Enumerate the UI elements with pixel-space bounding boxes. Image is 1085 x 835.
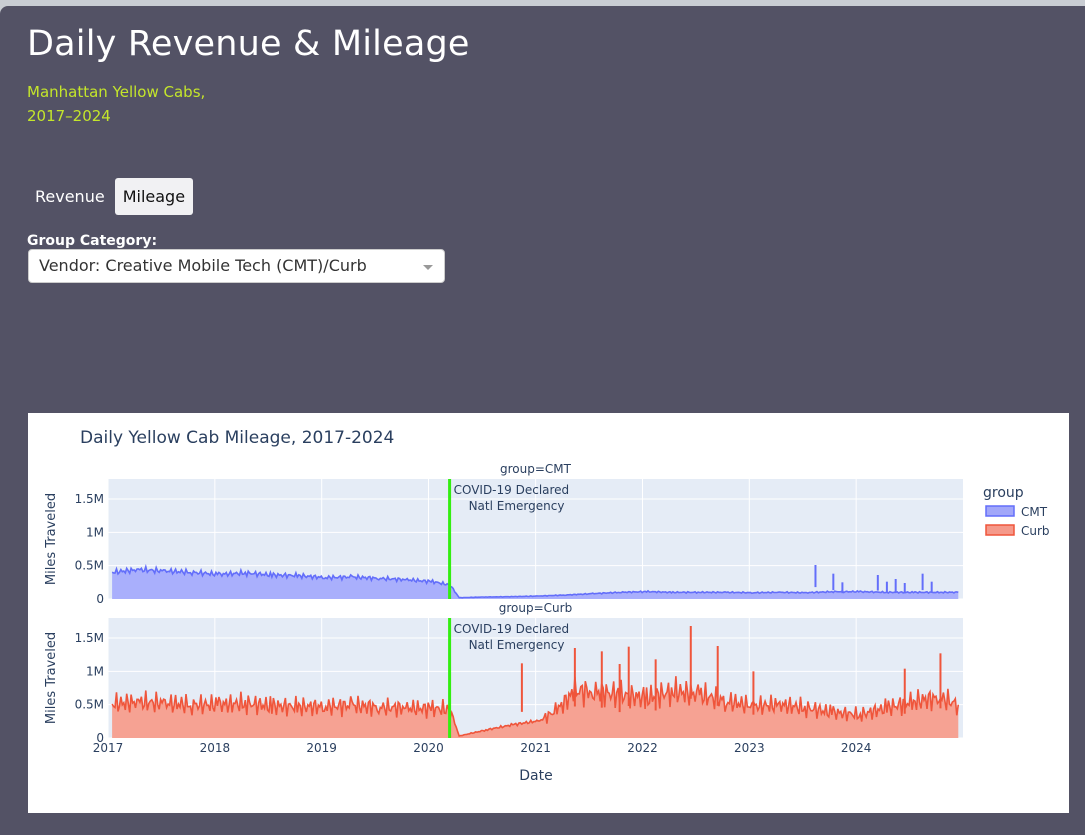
chart-title: Daily Yellow Cab Mileage, 2017-2024: [80, 428, 394, 448]
x-tick-label: 2022: [627, 741, 658, 755]
page-subtitle: Manhattan Yellow Cabs, 2017–2024: [27, 80, 287, 128]
y-tick-label: 0: [96, 592, 104, 606]
legend-label-cmt: CMT: [1021, 505, 1048, 519]
y-tick-label: 1M: [86, 525, 104, 539]
tab-revenue[interactable]: Revenue: [27, 178, 113, 215]
group-category-value: Vendor: Creative Mobile Tech (CMT)/Curb: [39, 256, 367, 275]
legend-item-curb[interactable]: Curb: [985, 524, 1050, 538]
app-container: Daily Revenue & Mileage Manhattan Yellow…: [0, 6, 1085, 835]
x-tick-label: 2018: [200, 741, 231, 755]
legend-label-curb: Curb: [1021, 524, 1050, 538]
y-tick-label: 0.5M: [75, 698, 104, 712]
annotation-line-2: Natl Emergency: [469, 638, 565, 652]
y-tick-label: 1.5M: [75, 492, 104, 506]
legend-swatch-cmt: [985, 505, 1015, 517]
y-axis-label-curb: Miles Traveled: [44, 632, 59, 724]
x-tick-label: 2023: [734, 741, 765, 755]
x-tick-label: 2020: [413, 741, 444, 755]
page-title: Daily Revenue & Mileage: [27, 24, 470, 64]
mileage-chart: Daily Yellow Cab Mileage, 2017-2024 Date…: [28, 413, 1069, 813]
x-tick-label: 2019: [306, 741, 337, 755]
legend-title: group: [983, 485, 1024, 501]
tab-mileage[interactable]: Mileage: [114, 178, 194, 215]
annotation-line-2: Natl Emergency: [469, 499, 565, 513]
chart-svg: Daily Yellow Cab Mileage, 2017-2024 Date…: [44, 428, 1050, 784]
x-tick-label: 2024: [841, 741, 872, 755]
x-axis-label: Date: [519, 768, 552, 784]
y-tick-label: 0.5M: [75, 559, 104, 573]
legend-swatch-curb: [985, 524, 1015, 536]
subtitle-line-1: Manhattan Yellow Cabs,: [27, 83, 206, 101]
x-tick-label: 2021: [520, 741, 551, 755]
view-tabs: Revenue Mileage: [27, 178, 194, 215]
x-tick-label: 2017: [93, 741, 124, 755]
facet-label-cmt: group=CMT: [500, 462, 572, 476]
chevron-down-icon[interactable]: [423, 265, 433, 270]
group-category-label: Group Category:: [27, 233, 158, 249]
annotation-line-1: COVID-19 Declared: [454, 622, 570, 636]
y-axis-label-cmt: Miles Traveled: [44, 493, 59, 585]
y-tick-label: 1.5M: [75, 631, 104, 645]
subtitle-line-2: 2017–2024: [27, 107, 111, 125]
y-tick-label: 1M: [86, 664, 104, 678]
facet-label-curb: group=Curb: [499, 601, 572, 615]
group-category-select[interactable]: Vendor: Creative Mobile Tech (CMT)/Curb: [28, 249, 445, 283]
legend-item-cmt[interactable]: CMT: [985, 505, 1048, 519]
annotation-line-1: COVID-19 Declared: [454, 483, 570, 497]
